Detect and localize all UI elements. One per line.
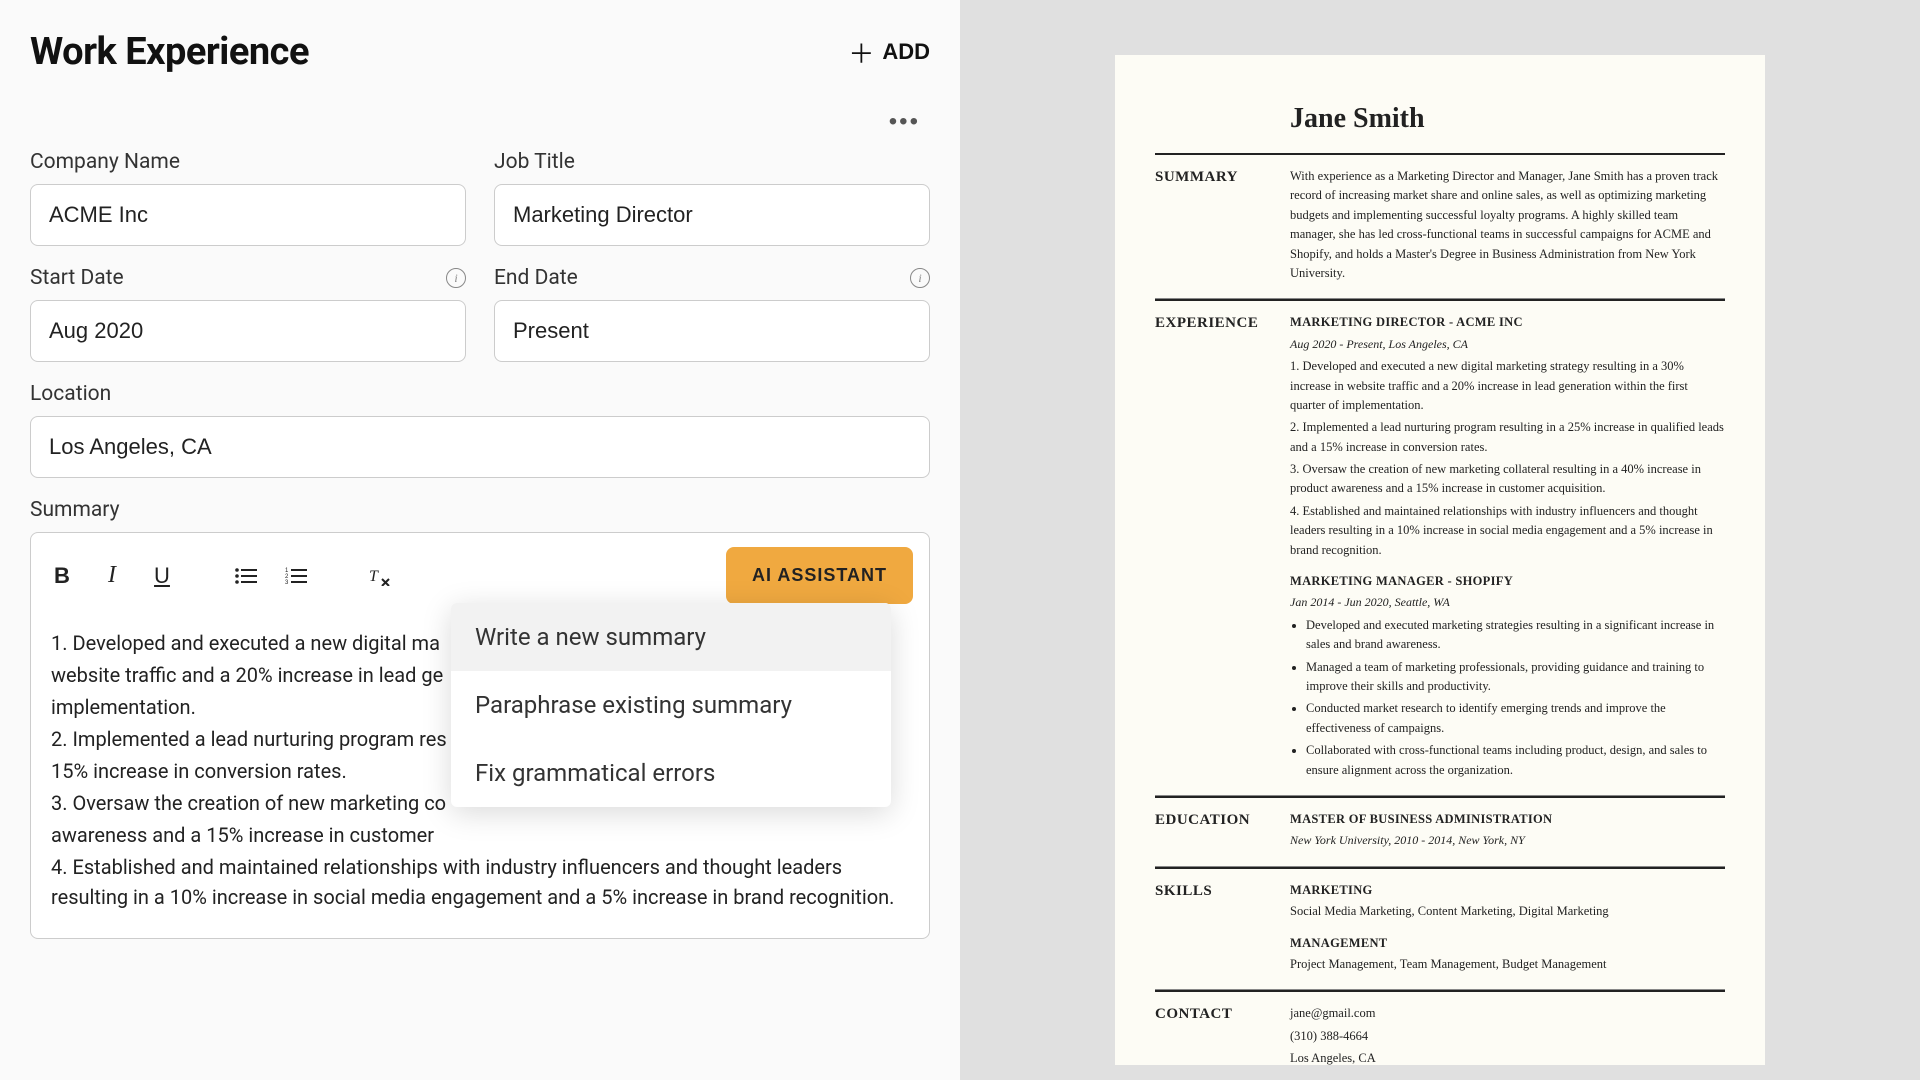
section-label: SUMMARY	[1155, 167, 1290, 286]
jobtitle-field: Job Title	[494, 150, 930, 246]
company-field: Company Name	[30, 150, 466, 246]
location-input[interactable]	[30, 416, 930, 478]
location-label: Location	[30, 382, 111, 406]
job-title: MARKETING DIRECTOR - ACME INC	[1290, 313, 1725, 332]
section-body: MASTER OF BUSINESS ADMINISTRATION New Yo…	[1290, 810, 1725, 854]
svg-text:3: 3	[285, 580, 289, 585]
startdate-label: Start Date	[30, 266, 124, 290]
ai-menu-paraphrase[interactable]: Paraphrase existing summary	[451, 671, 891, 739]
job-meta: Jan 2014 - Jun 2020, Seattle, WA	[1290, 593, 1725, 612]
form-panel: Work Experience ＋ ADD ••• Company Name J…	[0, 0, 960, 1080]
section-label: EDUCATION	[1155, 810, 1290, 854]
job-meta: Aug 2020 - Present, Los Angeles, CA	[1290, 335, 1725, 354]
page-title: Work Experience	[30, 30, 309, 74]
section-label: CONTACT	[1155, 1004, 1290, 1065]
more-button[interactable]: •••	[879, 104, 930, 140]
skill-title: MARKETING	[1290, 881, 1725, 900]
resume-name: Jane Smith	[1290, 103, 1725, 135]
summary-line: awareness and a 15% increase in customer	[51, 820, 909, 850]
svg-text:T: T	[369, 568, 379, 585]
enddate-input[interactable]	[494, 300, 930, 362]
skill-text: Social Media Marketing, Content Marketin…	[1290, 902, 1725, 921]
info-icon[interactable]: i	[446, 268, 466, 288]
resume-experience-section: EXPERIENCE MARKETING DIRECTOR - ACME INC…	[1155, 299, 1725, 796]
job-bullet: Managed a team of marketing professional…	[1306, 658, 1725, 697]
ai-assistant-button[interactable]: AI ASSISTANT	[726, 547, 913, 604]
job-title: MARKETING MANAGER - SHOPIFY	[1290, 572, 1725, 591]
resume-summary-section: SUMMARY With experience as a Marketing D…	[1155, 153, 1725, 299]
bullet-list-icon	[235, 567, 257, 585]
section-body: jane@gmail.com (310) 388-4664 Los Angele…	[1290, 1004, 1725, 1065]
job-bullet: Conducted market research to identify em…	[1306, 699, 1725, 738]
company-label: Company Name	[30, 150, 180, 174]
preview-panel: Jane Smith SUMMARY With experience as a …	[960, 0, 1920, 1080]
startdate-input[interactable]	[30, 300, 466, 362]
contact-location: Los Angeles, CA	[1290, 1049, 1725, 1065]
job-bullet: Developed and executed marketing strateg…	[1306, 616, 1725, 655]
startdate-field: Start Date i	[30, 266, 466, 362]
summary-line: 4. Established and maintained relationsh…	[51, 852, 909, 912]
job-bullet: Collaborated with cross-functional teams…	[1306, 741, 1725, 780]
section-body: With experience as a Marketing Director …	[1290, 167, 1725, 286]
ai-assistant-menu: Write a new summary Paraphrase existing …	[451, 603, 891, 807]
resume-skills-section: SKILLS MARKETING Social Media Marketing,…	[1155, 867, 1725, 991]
ordered-list-icon: 123	[285, 567, 307, 585]
underline-button[interactable]: U	[147, 561, 177, 591]
contact-phone: (310) 388-4664	[1290, 1027, 1725, 1046]
summary-label: Summary	[30, 498, 120, 522]
job-bullet: 4. Established and maintained relationsh…	[1290, 502, 1725, 560]
job-bullet: 1. Developed and executed a new digital …	[1290, 357, 1725, 415]
clear-format-icon: T	[369, 566, 391, 586]
section-label: EXPERIENCE	[1155, 313, 1290, 783]
jobtitle-input[interactable]	[494, 184, 930, 246]
ai-menu-fix-grammar[interactable]: Fix grammatical errors	[451, 739, 891, 807]
italic-button[interactable]: I	[97, 561, 127, 591]
add-button[interactable]: ＋ ADD	[848, 34, 930, 71]
skill-text: Project Management, Team Management, Bud…	[1290, 955, 1725, 974]
enddate-label: End Date	[494, 266, 578, 290]
bold-button[interactable]: B	[47, 561, 77, 591]
section-body: MARKETING Social Media Marketing, Conten…	[1290, 881, 1725, 978]
contact-email: jane@gmail.com	[1290, 1004, 1725, 1023]
clear-format-button[interactable]: T	[365, 561, 395, 591]
summary-editor: B I U 123 T AI ASSISTANT	[30, 532, 930, 939]
summary-field: Summary B I U 123 T	[30, 498, 930, 939]
more-icon: •••	[889, 108, 920, 135]
bullet-list-button[interactable]	[231, 561, 261, 591]
info-icon[interactable]: i	[910, 268, 930, 288]
job-bullet: 2. Implemented a lead nurturing program …	[1290, 418, 1725, 457]
ai-menu-write-summary[interactable]: Write a new summary	[451, 603, 891, 671]
resume-education-section: EDUCATION MASTER OF BUSINESS ADMINISTRAT…	[1155, 796, 1725, 867]
enddate-field: End Date i	[494, 266, 930, 362]
ordered-list-button[interactable]: 123	[281, 561, 311, 591]
jobtitle-label: Job Title	[494, 150, 575, 174]
resume-preview: Jane Smith SUMMARY With experience as a …	[1115, 55, 1765, 1065]
section-body: MARKETING DIRECTOR - ACME INC Aug 2020 -…	[1290, 313, 1725, 783]
resume-contact-section: CONTACT jane@gmail.com (310) 388-4664 Lo…	[1155, 990, 1725, 1065]
edu-meta: New York University, 2010 - 2014, New Yo…	[1290, 831, 1725, 850]
summary-text: With experience as a Marketing Director …	[1290, 167, 1725, 283]
plus-icon: ＋	[848, 34, 874, 71]
add-button-label: ADD	[882, 39, 930, 65]
edu-title: MASTER OF BUSINESS ADMINISTRATION	[1290, 810, 1725, 829]
location-field: Location	[30, 382, 930, 478]
section-label: SKILLS	[1155, 881, 1290, 978]
company-input[interactable]	[30, 184, 466, 246]
skill-title: MANAGEMENT	[1290, 934, 1725, 953]
job-bullet: 3. Oversaw the creation of new marketing…	[1290, 460, 1725, 499]
